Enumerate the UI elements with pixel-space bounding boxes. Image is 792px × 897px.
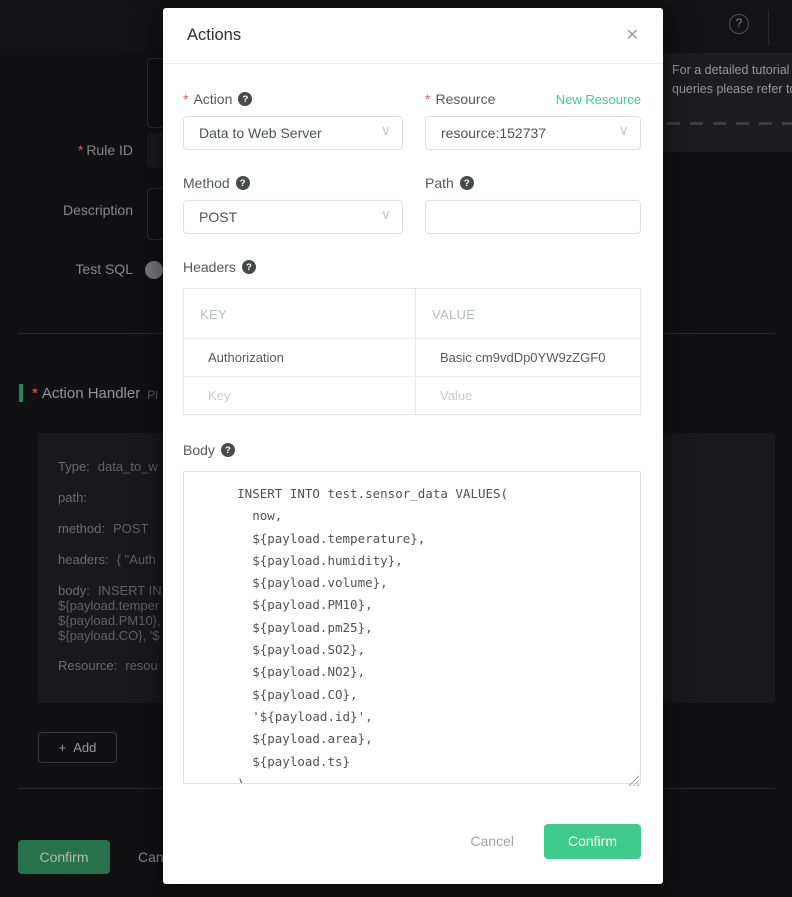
required-asterisk: * [32,385,38,402]
modal-title: Actions [187,26,241,45]
action-handler-section-header: * Action Handler Pl [19,384,158,402]
chevron-down-icon: ∨ [381,122,391,139]
header-value-cell[interactable]: Basic cm9vdDp0YW9zZGF0 [415,339,640,376]
rule-id-label: *Rule ID [0,142,133,158]
cancel-button[interactable]: Cancel [470,833,514,849]
test-sql-toggle[interactable] [145,261,163,279]
section-accent-bar [19,384,23,402]
test-sql-label: Test SQL [0,261,133,277]
modal-footer: Cancel Confirm [163,818,663,884]
resource-select[interactable]: resource:152737 ∨ [425,116,641,150]
help-icon[interactable]: ? [221,443,235,457]
new-resource-link[interactable]: New Resource [556,92,641,107]
header-divider [768,10,769,45]
modal-body: * Action ? * Resource New Resource Data … [163,64,663,818]
required-asterisk: * [183,91,188,107]
headers-label: Headers ? [183,258,641,276]
action-handler-title: Action Handler [42,385,140,402]
header-key-cell[interactable]: Authorization [184,339,415,376]
path-label: Path ? [425,174,641,192]
add-action-button[interactable]: + Add [38,732,117,763]
help-icon[interactable]: ? [236,176,250,190]
path-input-wrap [425,200,641,234]
headers-table: KEY VALUE Authorization Basic cm9vdDp0YW… [183,288,641,415]
modal-header: Actions ✕ [163,8,663,64]
body-label: Body ? [183,441,641,459]
value-column-header: VALUE [415,289,640,338]
table-row: Authorization Basic cm9vdDp0YW9zZGF0 [184,338,640,376]
chevron-down-icon: ∨ [381,206,391,223]
dashed-divider [667,122,792,125]
method-select[interactable]: POST ∨ [183,200,403,234]
help-icon[interactable]: ? [460,176,474,190]
required-asterisk: * [425,91,430,107]
header-value-input[interactable]: Value [415,377,640,414]
actions-modal: Actions ✕ * Action ? * Resource New Reso… [163,8,663,884]
tutorial-line-2: queries please refer to [672,80,792,99]
help-icon[interactable]: ? [242,260,256,274]
page-confirm-button[interactable]: Confirm [18,840,110,874]
action-select[interactable]: Data to Web Server ∨ [183,116,403,150]
key-column-header: KEY [184,289,415,338]
tutorial-text: For a detailed tutorial queries please r… [672,61,792,99]
chevron-down-icon: ∨ [619,122,629,139]
required-asterisk: * [78,142,83,158]
help-icon[interactable]: ? [729,14,749,34]
body-textarea[interactable]: INSERT INTO test.sensor_data VALUES( now… [183,471,641,784]
close-icon[interactable]: ✕ [626,28,639,44]
action-handler-hint: Pl [147,385,158,402]
confirm-button[interactable]: Confirm [544,824,641,859]
table-row: Key Value [184,376,640,414]
description-label: Description [0,202,133,218]
resource-label: * Resource New Resource [425,90,641,108]
path-input[interactable] [441,209,612,225]
header-key-input[interactable]: Key [184,377,415,414]
tutorial-line-1: For a detailed tutorial [672,61,792,80]
plus-icon: + [59,740,67,755]
action-label: * Action ? [183,90,403,108]
method-label: Method ? [183,174,403,192]
headers-table-head: KEY VALUE [184,289,640,338]
help-icon[interactable]: ? [238,92,252,106]
